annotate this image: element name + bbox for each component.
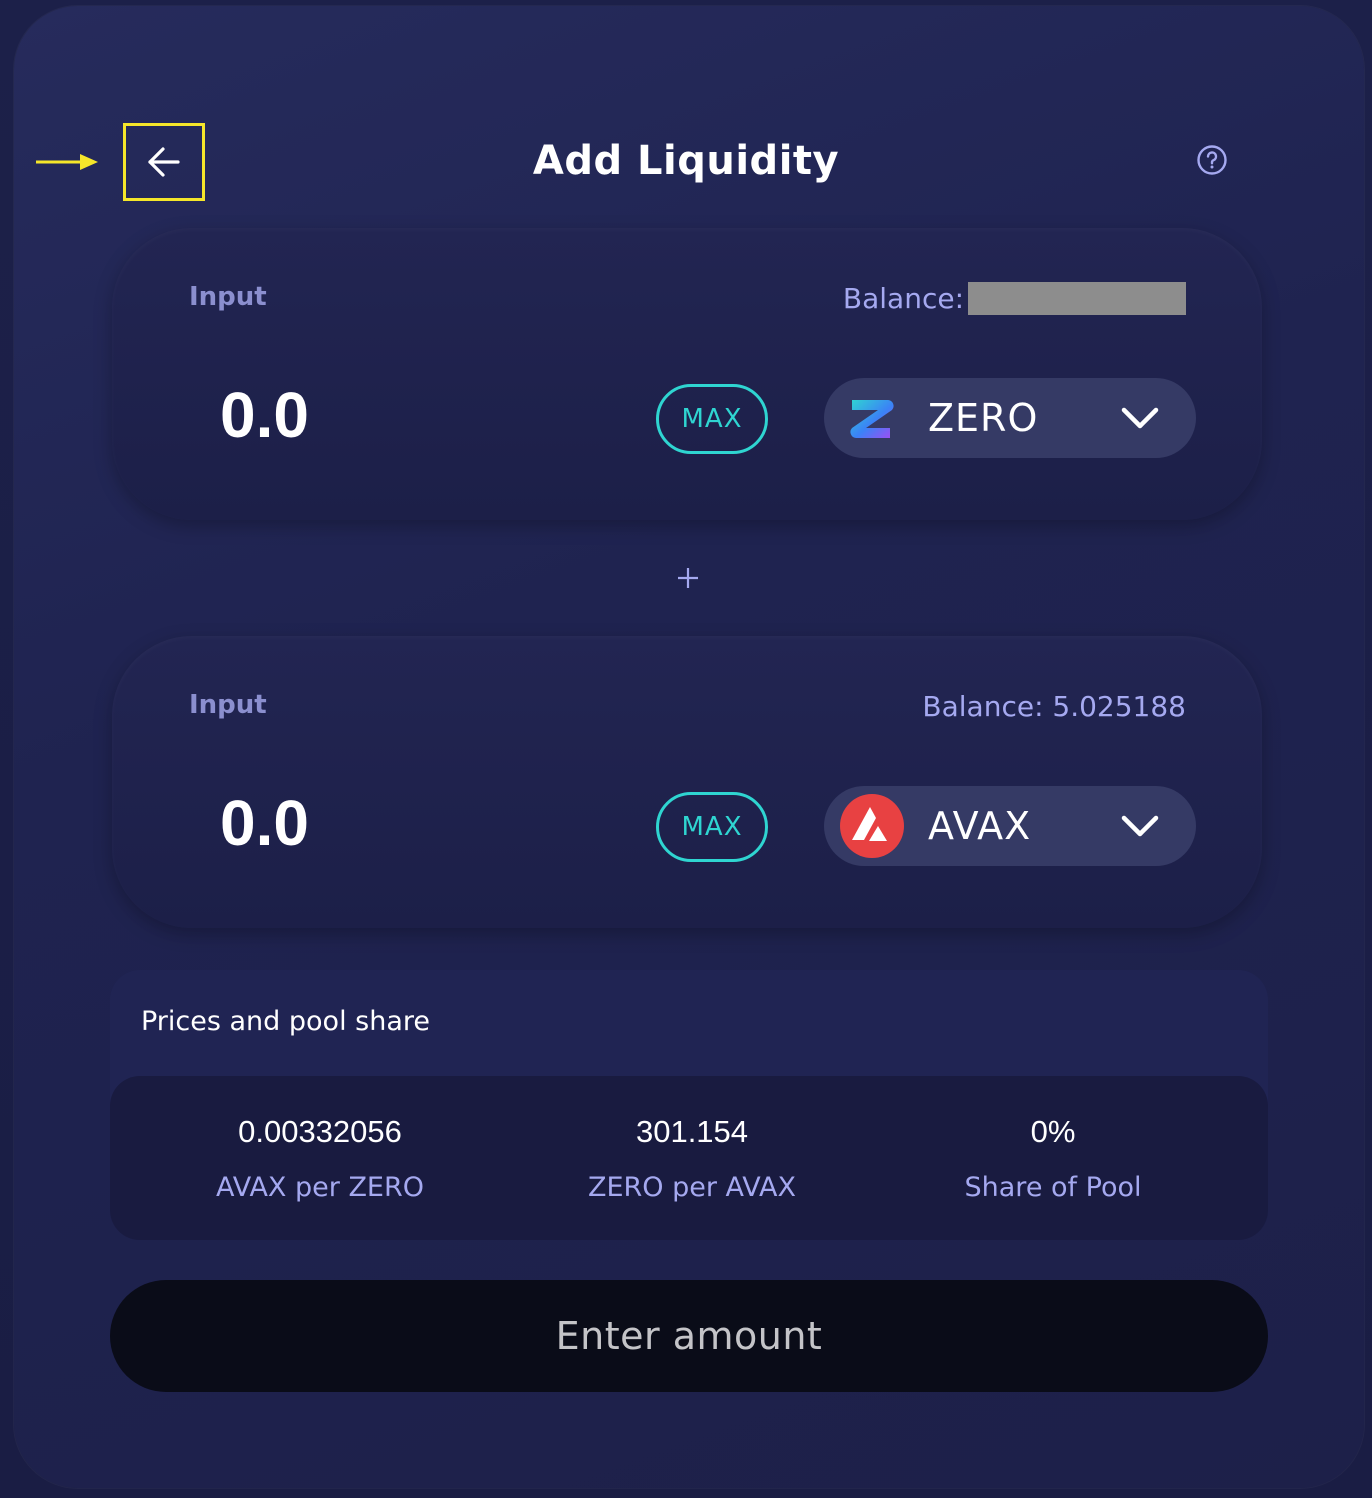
prices-title: Prices and pool share — [141, 1006, 430, 1037]
balance-display: Balance: 5.025188 — [922, 690, 1186, 723]
amount-input[interactable]: 0.0 — [220, 786, 520, 860]
balance-label: Balance: 5.025188 — [922, 690, 1186, 723]
prices-stats-row: 0.00332056 AVAX per ZERO 301.154 ZERO pe… — [110, 1076, 1268, 1240]
pool-share-stat: 0% Share of Pool — [873, 1114, 1233, 1203]
balance-display: Balance: — [843, 282, 1186, 315]
question-circle-icon[interactable] — [1196, 144, 1228, 176]
input-label: Input — [189, 282, 267, 312]
token-selector-zero[interactable]: ZERO — [824, 378, 1196, 458]
avax-token-icon — [840, 794, 904, 858]
input-label: Input — [189, 690, 267, 720]
redacted-balance — [968, 282, 1186, 315]
price-stat-zero-per-avax: 301.154 ZERO per AVAX — [512, 1114, 872, 1203]
stat-label: Share of Pool — [964, 1172, 1142, 1203]
stat-label: ZERO per AVAX — [587, 1172, 797, 1203]
zero-token-icon — [850, 400, 894, 438]
token-selector-avax[interactable]: AVAX — [824, 786, 1196, 866]
token-name: ZERO — [928, 396, 1039, 440]
token-input-panel-b: Input Balance: 5.025188 0.0 MAX AVAX — [112, 636, 1262, 928]
max-button[interactable]: MAX — [656, 792, 768, 862]
stat-value: 301.154 — [635, 1114, 749, 1149]
price-stat-avax-per-zero: 0.00332056 AVAX per ZERO — [140, 1114, 500, 1203]
stat-value: 0.00332056 — [238, 1114, 402, 1149]
token-input-panel-a: Input Balance: 0.0 MAX ZERO — [112, 228, 1262, 520]
token-name: AVAX — [928, 804, 1032, 848]
chevron-down-icon — [1121, 815, 1159, 837]
stat-value: 0% — [1030, 1114, 1076, 1149]
chevron-down-icon — [1121, 407, 1159, 429]
amount-input[interactable]: 0.0 — [220, 378, 520, 452]
stat-label: AVAX per ZERO — [215, 1172, 425, 1203]
enter-amount-button[interactable]: Enter amount — [110, 1280, 1268, 1392]
plus-icon — [678, 568, 698, 588]
prices-pool-share-section: Prices and pool share 0.00332056 AVAX pe… — [110, 970, 1268, 1240]
max-button[interactable]: MAX — [656, 384, 768, 454]
balance-label: Balance: — [842, 282, 964, 315]
page-title: Add Liquidity — [532, 138, 840, 184]
